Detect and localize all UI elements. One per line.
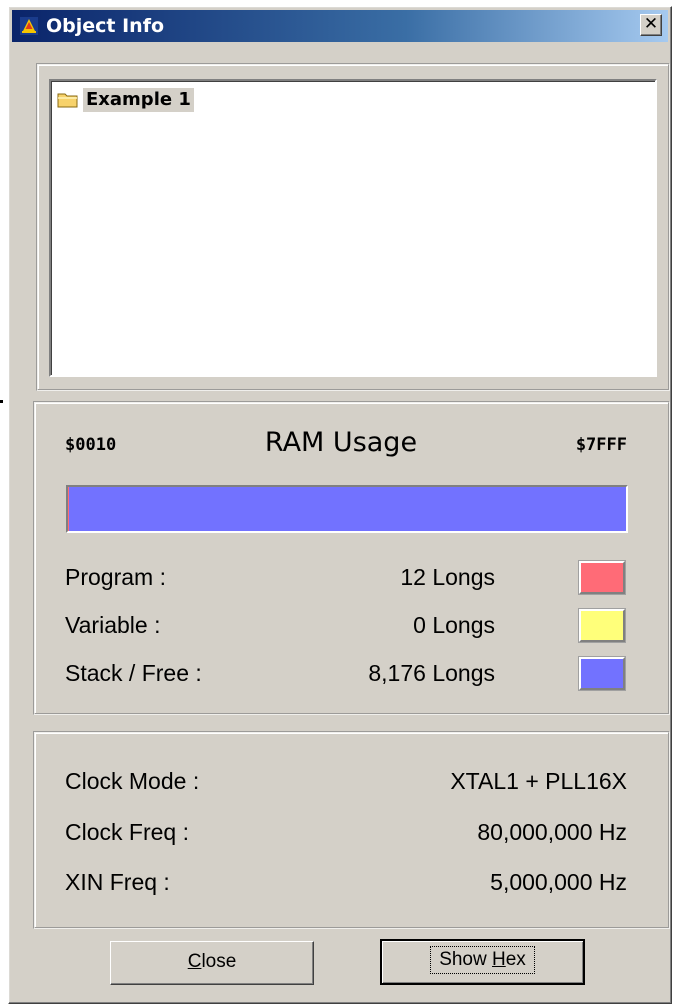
show-hex-accelerator: H (492, 949, 506, 970)
show-hex-label-prefix: Show (439, 949, 492, 970)
object-tree[interactable]: Example 1 (49, 79, 657, 377)
show-hex-button[interactable]: Show Hex (380, 939, 585, 985)
focus-rectangle: Show Hex (430, 946, 535, 974)
tree-item-example-1[interactable]: Example 1 (57, 87, 194, 113)
close-button-accelerator: C (187, 951, 202, 972)
ram-usage-bar (66, 485, 628, 533)
clock-mode-label: Clock Mode : (65, 768, 200, 794)
title-bar[interactable]: Object Info ✕ (12, 10, 668, 42)
variable-label: Variable : (65, 612, 161, 638)
close-window-button[interactable]: ✕ (640, 14, 662, 36)
ram-bar-stack-free-segment (68, 487, 626, 531)
variable-value: 0 Longs (413, 612, 495, 638)
ram-end-address: $7FFF (575, 435, 627, 455)
clock-freq-label: Clock Freq : (65, 819, 189, 845)
tree-item-label: Example 1 (83, 88, 194, 112)
program-color-swatch (579, 561, 625, 594)
close-button-label-rest: lose (201, 951, 237, 972)
variable-color-swatch (579, 609, 625, 642)
show-hex-label-rest: ex (505, 949, 526, 970)
stack-free-color-swatch (579, 657, 625, 690)
clock-mode-value: XTAL1 + PLL16X (450, 768, 627, 794)
xin-freq-label: XIN Freq : (65, 869, 170, 895)
stack-free-label: Stack / Free : (65, 660, 202, 686)
object-info-dialog: Object Info ✕ Example 1 $0010 RAM Usage … (8, 6, 672, 1004)
stack-free-value: 8,176 Longs (368, 660, 495, 686)
xin-freq-value: 5,000,000 Hz (490, 869, 627, 895)
program-value: 12 Longs (400, 564, 495, 590)
close-button[interactable]: Close (110, 941, 314, 985)
window-title: Object Info (46, 15, 165, 37)
close-icon: ✕ (643, 14, 659, 34)
propeller-app-icon (20, 17, 38, 35)
folder-icon (57, 93, 78, 108)
stray-pixel-dot (0, 400, 3, 403)
ram-usage-title: RAM Usage (264, 427, 418, 458)
clock-freq-value: 80,000,000 Hz (477, 819, 627, 845)
program-label: Program : (65, 564, 166, 590)
